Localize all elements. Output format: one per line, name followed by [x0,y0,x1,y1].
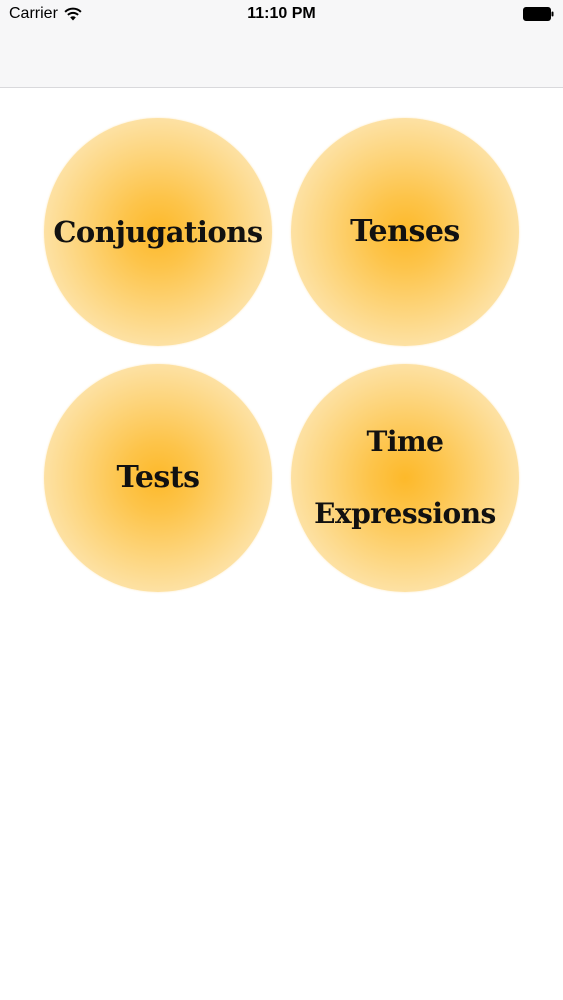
tests-button[interactable]: Tests [44,364,272,592]
status-bar: Carrier 11:10 PM [0,0,563,30]
conjugations-button[interactable]: Conjugations [44,118,272,346]
time-expressions-button[interactable]: Time Expressions [291,364,519,592]
battery-icon [523,7,554,21]
status-time: 11:10 PM [247,5,316,22]
conjugations-label: Conjugations [53,215,263,249]
time-expressions-label: Time Expressions [314,425,496,530]
tenses-label: Tenses [350,214,460,249]
navigation-bar [0,30,563,88]
tests-label: Tests [116,460,200,495]
tenses-button[interactable]: Tenses [291,118,519,346]
